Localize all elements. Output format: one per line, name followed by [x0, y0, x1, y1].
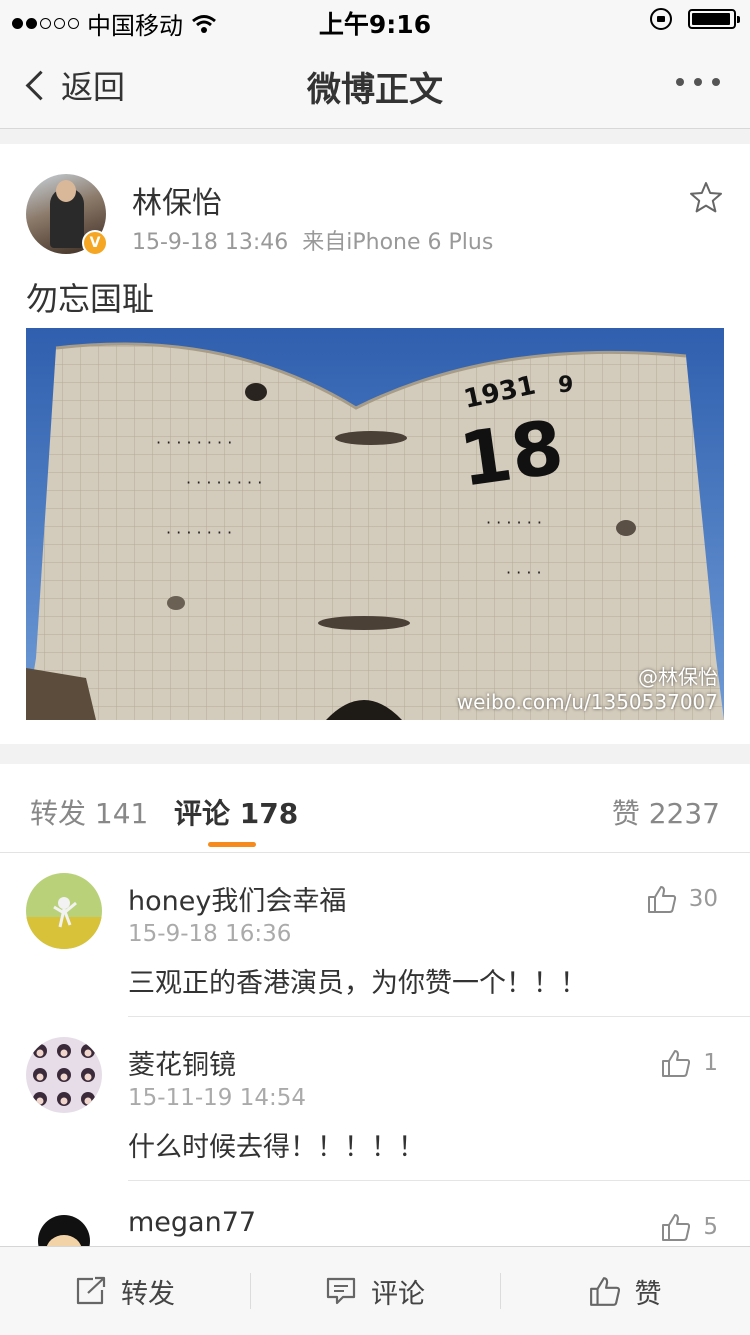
tab-repost[interactable]: 转发 141: [30, 792, 148, 832]
post-card: V 林保怡 15-9-18 13:46 来自iPhone 6 Plus 勿忘国耻: [0, 144, 750, 744]
more-dot-icon: [676, 78, 684, 86]
back-button[interactable]: 返回: [22, 62, 125, 108]
avatar-image: [26, 1037, 102, 1113]
commenter-avatar[interactable]: [26, 1037, 102, 1113]
post-meta: 15-9-18 13:46 来自iPhone 6 Plus: [132, 224, 507, 256]
thumbs-up-icon: [589, 1277, 620, 1306]
active-tab-indicator: [208, 842, 256, 847]
commenter-name[interactable]: honey我们会幸福: [128, 879, 346, 918]
tab-likes[interactable]: 赞 2237: [612, 792, 720, 832]
post-text: 勿忘国耻: [26, 280, 155, 318]
watermark-url: weibo.com/u/1350537007: [456, 690, 718, 714]
comment-button[interactable]: 评论: [250, 1247, 500, 1335]
repost-button[interactable]: 转发: [0, 1247, 250, 1335]
nav-bar: 返回 微博正文: [0, 40, 750, 129]
tab-comments-count: 178: [239, 797, 299, 830]
more-options-button[interactable]: [676, 78, 720, 86]
avatar-image: [26, 1201, 102, 1246]
avatar-image: [26, 873, 102, 949]
tab-comments-label: 评论: [174, 797, 231, 830]
svg-text:· · · · · · ·: · · · · · · ·: [166, 523, 232, 542]
back-label: 返回: [61, 68, 126, 106]
tab-likes-label: 赞: [611, 797, 640, 830]
commenter-avatar[interactable]: [26, 873, 102, 949]
comment-like-count: 30: [688, 886, 718, 912]
thumbs-up-icon: [662, 1050, 691, 1077]
clock: 上午9:16: [318, 10, 432, 39]
battery-icon: [688, 9, 740, 29]
post-source: 来自iPhone 6 Plus: [302, 230, 494, 255]
more-dot-icon: [694, 78, 702, 86]
tab-repost-label: 转发: [30, 797, 87, 830]
comment-item: honey我们会幸福 15-9-18 16:36 三观正的香港演员，为你赞一个！…: [0, 853, 750, 1017]
comment-like-count: 5: [703, 1214, 718, 1240]
share-icon: [76, 1276, 106, 1305]
author-name[interactable]: 林保怡: [132, 178, 222, 222]
thumbs-up-icon: [662, 1214, 691, 1241]
comment-item: megan77 5: [0, 1181, 750, 1246]
svg-text:18: 18: [455, 404, 569, 503]
status-right: [650, 8, 740, 30]
comment-time: 15-9-18 16:36: [128, 921, 292, 947]
bottom-toolbar: 转发 评论 赞: [0, 1246, 750, 1335]
repost-label: 转发: [121, 1278, 175, 1310]
author-avatar[interactable]: V: [26, 174, 108, 256]
comment-item: 菱花铜镜 15-11-19 14:54 什么时候去得！！！！！ 1: [0, 1017, 750, 1181]
chevron-left-icon: [25, 70, 56, 100]
svg-text:· · · · · · · ·: · · · · · · · ·: [186, 473, 262, 492]
like-label: 赞: [634, 1278, 662, 1310]
post-date: 15-9-18 13:46: [132, 230, 289, 255]
watermark-handle: @林保怡: [638, 665, 718, 689]
comment-like-button[interactable]: 30: [647, 885, 718, 913]
comment-label: 评论: [371, 1278, 425, 1310]
svg-text:· · · ·: · · · ·: [506, 563, 542, 582]
tabs-bar: 转发 141 评论 178 赞 2237: [0, 764, 750, 853]
like-button[interactable]: 赞: [500, 1247, 750, 1335]
verified-badge-icon: V: [82, 230, 108, 256]
svg-text:· · · · · · · ·: · · · · · · · ·: [156, 433, 232, 452]
svg-text:9: 9: [558, 373, 573, 398]
comment-text: 三观正的香港演员，为你赞一个！！！: [128, 968, 587, 999]
svg-text:· · · · · ·: · · · · · ·: [486, 513, 542, 532]
tab-comments[interactable]: 评论 178: [174, 792, 298, 832]
comment-text: 什么时候去得！！！！！: [128, 1132, 425, 1163]
comment-like-button[interactable]: 5: [661, 1213, 718, 1241]
image-watermark: @林保怡 weibo.com/u/1350537007: [457, 661, 718, 714]
favorite-star-icon[interactable]: [688, 180, 724, 216]
comment-time: 15-11-19 14:54: [128, 1085, 306, 1111]
comment-list: honey我们会幸福 15-9-18 16:36 三观正的香港演员，为你赞一个！…: [0, 853, 750, 1246]
orientation-lock-icon: [650, 8, 672, 30]
more-dot-icon: [712, 78, 720, 86]
commenter-name[interactable]: 菱花铜镜: [128, 1043, 236, 1082]
status-bar: 中国移动 上午9:16: [0, 0, 750, 40]
tab-repost-count: 141: [94, 797, 149, 830]
post-image[interactable]: 1931 18 9 · · · · · · · · · · · · · · · …: [26, 328, 724, 720]
comment-like-count: 1: [703, 1050, 718, 1076]
tab-likes-count: 2237: [648, 797, 720, 830]
thumbs-up-icon: [647, 886, 676, 913]
commenter-avatar[interactable]: [26, 1201, 102, 1246]
comment-like-button[interactable]: 1: [661, 1049, 718, 1077]
comment-icon: [326, 1277, 356, 1305]
commenter-name[interactable]: megan77: [128, 1207, 256, 1238]
